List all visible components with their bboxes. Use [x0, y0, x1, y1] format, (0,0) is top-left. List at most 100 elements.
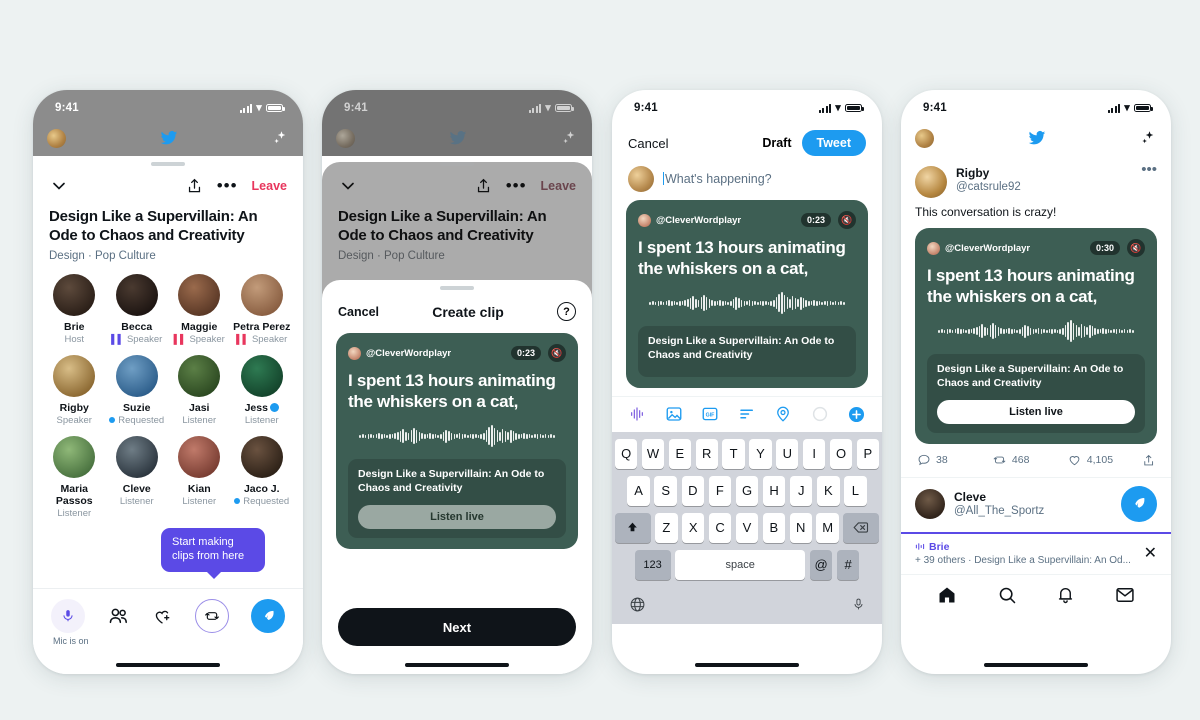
sparkle-icon[interactable]: [560, 129, 578, 147]
key-c[interactable]: C: [708, 512, 732, 543]
participant-avatar[interactable]: [178, 435, 221, 478]
speaker-muted-icon[interactable]: 🔇: [838, 211, 856, 229]
clip-preview-card[interactable]: @CleverWordplayr 0:23 🔇 I spent 13 hours…: [626, 200, 868, 388]
participant-avatar[interactable]: [115, 273, 158, 316]
key-b[interactable]: B: [762, 512, 786, 543]
key-z[interactable]: Z: [655, 512, 678, 543]
tweet-author-avatar[interactable]: [915, 166, 947, 198]
participant-avatar[interactable]: [240, 435, 283, 478]
participant-card[interactable]: Suzie Requested: [106, 354, 169, 426]
participant-card[interactable]: Maggie ▌▌ Speaker: [168, 273, 231, 345]
numbers-key[interactable]: 123: [634, 549, 671, 580]
participant-card[interactable]: Cleve Listener: [106, 435, 169, 519]
participant-avatar[interactable]: [115, 354, 158, 397]
backspace-key[interactable]: [843, 512, 879, 543]
participant-avatar[interactable]: [240, 354, 283, 397]
key-m[interactable]: M: [816, 512, 839, 543]
participant-avatar[interactable]: [178, 273, 221, 316]
shift-key[interactable]: [615, 512, 651, 543]
key-v[interactable]: V: [735, 512, 759, 543]
key-d[interactable]: D: [681, 475, 705, 506]
dictation-microphone-icon[interactable]: [852, 596, 865, 613]
participant-card[interactable]: Jasi Listener: [168, 354, 231, 426]
create-clip-button[interactable]: [194, 599, 229, 633]
profile-avatar[interactable]: [915, 128, 934, 148]
compose-fab-button[interactable]: [1121, 485, 1157, 522]
messages-icon[interactable]: [1115, 586, 1135, 604]
compose-tweet-button[interactable]: [251, 599, 285, 633]
tweet-button[interactable]: Tweet: [801, 130, 866, 156]
key-e[interactable]: E: [668, 438, 691, 469]
listen-live-button[interactable]: Listen live: [358, 504, 556, 529]
key-f[interactable]: F: [708, 475, 732, 506]
location-icon[interactable]: [774, 405, 792, 423]
globe-icon[interactable]: [629, 596, 646, 613]
clip-preview-card[interactable]: @CleverWordplayr 0:30 🔇 I spent 13 hours…: [915, 228, 1157, 444]
participant-avatar[interactable]: [240, 273, 283, 316]
speaker-muted-icon[interactable]: 🔇: [1127, 239, 1145, 257]
key-h[interactable]: H: [762, 475, 786, 506]
search-icon[interactable]: [997, 585, 1017, 605]
key-q[interactable]: Q: [615, 438, 638, 469]
add-tweet-icon[interactable]: [847, 405, 866, 424]
draft-button[interactable]: Draft: [762, 136, 791, 150]
key-g[interactable]: G: [735, 475, 759, 506]
chevron-down-icon[interactable]: [49, 176, 69, 196]
share-icon[interactable]: [186, 177, 203, 195]
next-tweet-avatar[interactable]: [915, 488, 945, 519]
profile-avatar[interactable]: [336, 128, 355, 148]
poll-icon[interactable]: [738, 405, 756, 423]
more-dots-icon[interactable]: •••: [1141, 162, 1157, 177]
key-k[interactable]: K: [817, 475, 840, 506]
hash-key[interactable]: #: [836, 549, 860, 580]
microphone-button[interactable]: [51, 599, 85, 633]
participant-avatar[interactable]: [53, 273, 96, 316]
participant-card[interactable]: Jess Listener: [231, 354, 294, 426]
participant-card[interactable]: Brie Host: [43, 273, 106, 345]
key-y[interactable]: Y: [749, 438, 772, 469]
sparkle-icon[interactable]: [1139, 129, 1157, 147]
key-i[interactable]: I: [803, 438, 826, 469]
key-s[interactable]: S: [654, 475, 677, 506]
participant-avatar[interactable]: [53, 354, 96, 397]
participant-card[interactable]: Maria Passos Listener: [43, 435, 106, 519]
like-stat[interactable]: 4,105: [1067, 453, 1142, 467]
cancel-button[interactable]: Cancel: [338, 305, 379, 319]
share-icon[interactable]: [1142, 453, 1155, 468]
participant-card[interactable]: Kian Listener: [168, 435, 231, 519]
more-dots-icon[interactable]: •••: [217, 177, 238, 194]
leave-button[interactable]: Leave: [252, 179, 287, 193]
sparkle-icon[interactable]: [271, 129, 289, 147]
next-tweet-row[interactable]: Cleve @All_The_Sportz: [901, 476, 1171, 532]
listen-live-button[interactable]: Listen live: [937, 399, 1135, 424]
space-key[interactable]: space: [675, 549, 806, 580]
close-icon[interactable]: ✕: [1144, 543, 1157, 563]
key-w[interactable]: W: [641, 438, 665, 469]
question-mark-icon[interactable]: ?: [557, 302, 576, 321]
key-o[interactable]: O: [829, 438, 853, 469]
key-r[interactable]: R: [695, 438, 718, 469]
people-icon[interactable]: [108, 607, 130, 625]
profile-avatar[interactable]: [47, 128, 66, 148]
home-icon[interactable]: [937, 585, 957, 605]
participant-card[interactable]: Jaco J. Requested: [231, 435, 294, 519]
key-x[interactable]: X: [682, 512, 705, 543]
speaker-muted-icon[interactable]: 🔇: [548, 344, 566, 362]
participant-card[interactable]: Petra Perez ▌▌ Speaker: [231, 273, 294, 345]
participant-avatar[interactable]: [115, 435, 158, 478]
key-j[interactable]: J: [789, 475, 813, 506]
cancel-button[interactable]: Cancel: [628, 136, 668, 151]
participant-avatar[interactable]: [53, 435, 96, 478]
participant-card[interactable]: Becca ▌▌ Speaker: [106, 273, 169, 345]
audio-waveform-icon[interactable]: [628, 406, 646, 422]
at-key[interactable]: @: [809, 549, 833, 580]
key-a[interactable]: A: [627, 475, 650, 506]
key-u[interactable]: U: [776, 438, 799, 469]
key-t[interactable]: T: [722, 438, 745, 469]
tweet-text-input[interactable]: What's happening?: [663, 172, 772, 186]
key-l[interactable]: L: [844, 475, 867, 506]
reply-stat[interactable]: 38: [917, 453, 992, 467]
key-n[interactable]: N: [789, 512, 812, 543]
notifications-icon[interactable]: [1056, 585, 1075, 605]
gif-icon[interactable]: GIF: [701, 405, 719, 423]
